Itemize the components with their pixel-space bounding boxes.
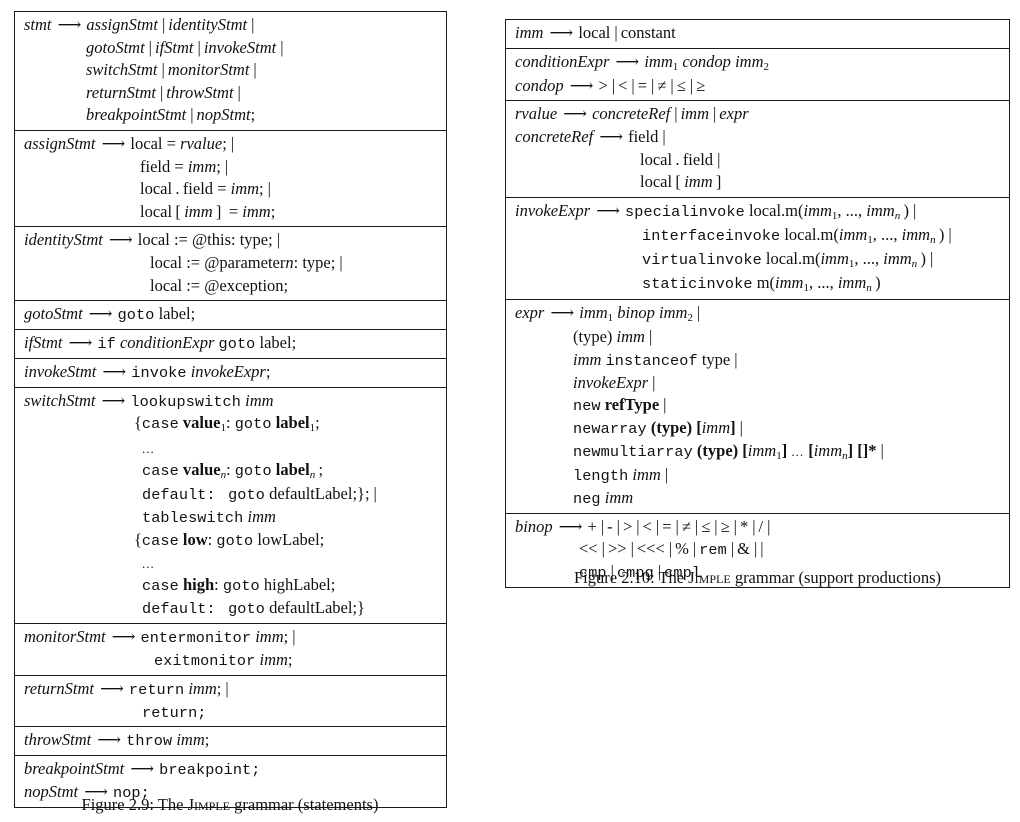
production-line: neg imm	[573, 488, 634, 509]
caption-suffix: grammar (statements)	[230, 795, 379, 814]
production-line: ...	[142, 440, 155, 456]
production-row-invoke-stmt: invokeStmt ⟶ invoke invokeExpr;	[15, 359, 446, 388]
production-line: exitmonitor imm;	[154, 649, 293, 670]
production-line: virtualinvoke local.m(imm1, ..., immn ) |	[642, 248, 934, 271]
production-line: tableswitch imm	[142, 507, 276, 528]
production-line: binop ⟶ + | - | > | < | = | ≠ | ≤ | ≥ | * | / |	[515, 516, 771, 536]
production-line: identityStmt ⟶ local := @this: type; |	[24, 230, 281, 250]
production-line: local := @exception;	[150, 275, 289, 295]
production-line: returnStmt ⟶ return imm; |	[24, 678, 229, 699]
production-line: ...	[142, 555, 155, 571]
production-line: length imm |	[573, 465, 669, 486]
caption-system-name: Jimple	[688, 568, 731, 587]
figure-2-10-caption: Figure 2.10: The Jimple grammar (support…	[505, 568, 1010, 588]
production-line: condop ⟶ > | < | = | ≠ | ≤ | ≥	[515, 75, 706, 95]
production-row-identity-stmt: identityStmt ⟶ local := @this: type; | lo…	[15, 227, 446, 302]
production-row-assign-stmt: assignStmt ⟶ local = rvalue; | field = im…	[15, 131, 446, 228]
production-line: case valuen: goto labeln ;	[142, 460, 324, 482]
production-line: newmultiarray (type) [imm1] ... [immn] […	[573, 441, 884, 463]
caption-system-name: Jimple	[187, 795, 230, 814]
production-line: local := @parametern: type; |	[150, 252, 343, 272]
production-line: invokeExpr |	[573, 372, 656, 392]
production-line: {case value1: goto label1;	[134, 413, 320, 435]
production-line: breakpointStmt ⟶ breakpoint;	[24, 759, 261, 780]
production-line: invokeStmt ⟶ invoke invokeExpr;	[24, 361, 271, 382]
jimple-statements-grammar-table: stmt ⟶ assignStmt | identityStmt | gotoStmt…	[14, 11, 447, 808]
production-line: default: goto defaultLabel;}	[142, 598, 365, 619]
jimple-support-grammar-table: imm ⟶ local | constant conditionExpr ⟶ imm…	[505, 19, 1010, 589]
caption-prefix: Figure 2.9: The	[81, 795, 188, 814]
production-line: conditionExpr ⟶ imm1 condop imm2	[515, 51, 769, 73]
figure-2-9-caption: Figure 2.9: The Jimple grammar (statemen…	[0, 795, 460, 815]
production-line: imm ⟶ local | constant	[515, 23, 676, 42]
caption-prefix: Figure 2.10: The	[573, 568, 689, 587]
production-line: rvalue ⟶ concreteRef | imm | expr	[515, 104, 749, 124]
production-line: assignStmt ⟶ local = rvalue; |	[24, 133, 235, 153]
production-line: local [ imm ]	[640, 172, 722, 192]
production-line: throwStmt ⟶ throw imm;	[24, 730, 210, 751]
production-line: return;	[142, 703, 207, 722]
production-line: << | >> | <<< |% | rem | & | |	[579, 539, 764, 560]
production-line: local . field |	[640, 149, 721, 169]
production-row-switch-stmt: switchStmt ⟶ lookupswitch imm {case valu…	[15, 388, 446, 625]
production-row-condition-expr: conditionExpr ⟶ imm1 condop imm2 condop …	[506, 49, 1009, 102]
production-line: ifStmt ⟶ if conditionExpr goto label;	[24, 332, 297, 353]
production-row-invoke-expr: invokeExpr ⟶ specialinvoke local.m(imm1,…	[506, 198, 1009, 301]
production-line: {case low: goto lowLabel;	[134, 529, 325, 550]
production-line: default: goto defaultLabel;}; |	[142, 484, 377, 505]
production-line: stmt ⟶ assignStmt | identityStmt |	[24, 15, 255, 34]
caption-suffix: grammar (support productions)	[730, 568, 942, 587]
production-line: local . field = imm; |	[140, 179, 271, 199]
production-line: breakpointStmt | nopStmt;	[86, 105, 256, 125]
figure-page: stmt ⟶ assignStmt | identityStmt | gotoStmt…	[0, 0, 1020, 822]
figure-2-10-column: imm ⟶ local | constant conditionExpr ⟶ imm…	[505, 19, 1010, 589]
production-line: (type) imm |	[573, 327, 653, 347]
production-line: expr ⟶ imm1 binop imm2 |	[515, 303, 701, 325]
production-row-if-stmt: ifStmt ⟶ if conditionExpr goto label;	[15, 330, 446, 359]
production-row-expr: expr ⟶ imm1 binop imm2 | (type) imm | imm …	[506, 300, 1009, 514]
production-line: field = imm; |	[140, 156, 229, 176]
production-line: switchStmt ⟶ lookupswitch imm	[24, 390, 274, 411]
production-row-throw-stmt: throwStmt ⟶ throw imm;	[15, 727, 446, 757]
figure-2-9-column: stmt ⟶ assignStmt | identityStmt | gotoStmt…	[14, 11, 447, 808]
production-row-stmt: stmt ⟶ assignStmt | identityStmt | gotoStmt…	[15, 12, 446, 131]
production-line: new refType |	[573, 395, 667, 416]
production-row-monitor-stmt: monitorStmt ⟶ entermonitor imm; | exitmon…	[15, 624, 446, 676]
production-row-goto-stmt: gotoStmt ⟶ goto label;	[15, 301, 446, 330]
production-line: interfaceinvoke local.m(imm1, ..., immn …	[642, 224, 952, 246]
production-line: returnStmt | throwStmt |	[86, 82, 241, 102]
production-line: case high: goto highLabel;	[142, 575, 336, 596]
production-line: invokeExpr ⟶ specialinvoke local.m(imm1,…	[515, 200, 917, 222]
production-line: monitorStmt ⟶ entermonitor imm; |	[24, 627, 296, 648]
production-line: newarray (type) [imm] |	[573, 418, 743, 439]
production-row-rvalue-concrete-ref: rvalue ⟶ concreteRef | imm | expr concreteRe…	[506, 101, 1009, 198]
production-line: switchStmt | monitorStmt |	[86, 60, 257, 80]
production-row-return-stmt: returnStmt ⟶ return imm; | return;	[15, 676, 446, 728]
production-line: gotoStmt ⟶ goto label;	[24, 304, 196, 325]
production-line: gotoStmt | ifStmt | invokeStmt |	[86, 37, 284, 57]
production-row-imm: imm ⟶ local | constant	[506, 20, 1009, 49]
production-line: concreteRef ⟶ field |	[515, 126, 666, 146]
production-line: imm instanceof type |	[573, 350, 738, 370]
production-line: local [ imm ] = imm;	[140, 201, 276, 221]
production-line: staticinvoke m(imm1, ..., immn )	[642, 273, 881, 295]
